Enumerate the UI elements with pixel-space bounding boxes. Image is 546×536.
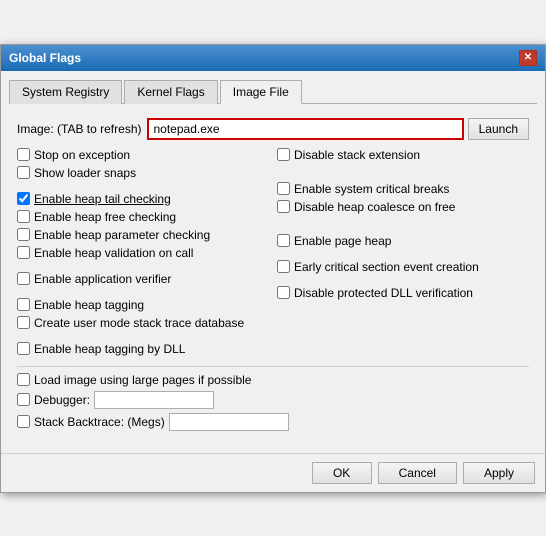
checkbox-heap-tagging: Enable heap tagging (17, 298, 269, 312)
image-input[interactable] (147, 118, 463, 140)
checkbox-large-pages: Load image using large pages if possible (17, 373, 529, 387)
heap-tail-label[interactable]: Enable heap tail checking (34, 192, 171, 206)
heap-param-checkbox[interactable] (17, 228, 30, 241)
stack-backtrace-label[interactable]: Stack Backtrace: (Megs) (34, 415, 165, 429)
launch-button[interactable]: Launch (468, 118, 529, 140)
debugger-label[interactable]: Debugger: (34, 393, 90, 407)
global-flags-window: Global Flags ✕ System Registry Kernel Fl… (0, 44, 546, 493)
r-separator-6 (277, 278, 529, 286)
heap-free-checkbox[interactable] (17, 210, 30, 223)
debugger-row: Debugger: (17, 391, 529, 409)
checkbox-heap-tail: Enable heap tail checking (17, 192, 269, 206)
heap-tail-checkbox[interactable] (17, 192, 30, 205)
show-loader-checkbox[interactable] (17, 166, 30, 179)
app-verifier-label[interactable]: Enable application verifier (34, 272, 171, 286)
separator-3 (17, 290, 269, 298)
system-critical-checkbox[interactable] (277, 182, 290, 195)
heap-tagging-dll-checkbox[interactable] (17, 342, 30, 355)
checkbox-columns: Stop on exception Show loader snaps Enab… (17, 148, 529, 360)
r-separator-2 (277, 174, 529, 182)
checkbox-disable-stack: Disable stack extension (277, 148, 529, 162)
checkbox-heap-validation: Enable heap validation on call (17, 246, 269, 260)
divider-1 (17, 366, 529, 367)
heap-coalesce-label[interactable]: Disable heap coalesce on free (294, 200, 455, 214)
stack-backtrace-input[interactable] (169, 413, 289, 431)
debugger-checkbox[interactable] (17, 393, 30, 406)
system-critical-label[interactable]: Enable system critical breaks (294, 182, 449, 196)
show-loader-label[interactable]: Show loader snaps (34, 166, 136, 180)
stack-backtrace-checkbox[interactable] (17, 415, 30, 428)
disable-dll-label[interactable]: Disable protected DLL verification (294, 286, 473, 300)
content-area: System Registry Kernel Flags Image File … (1, 71, 545, 447)
checkbox-early-critical: Early critical section event creation (277, 260, 529, 274)
cancel-button[interactable]: Cancel (378, 462, 457, 484)
r-separator-1 (277, 166, 529, 174)
checkbox-stop-exception: Stop on exception (17, 148, 269, 162)
checkbox-heap-tagging-dll: Enable heap tagging by DLL (17, 342, 269, 356)
checkbox-show-loader: Show loader snaps (17, 166, 269, 180)
checkbox-heap-free: Enable heap free checking (17, 210, 269, 224)
apply-button[interactable]: Apply (463, 462, 535, 484)
heap-param-label[interactable]: Enable heap parameter checking (34, 228, 210, 242)
stack-backtrace-row: Stack Backtrace: (Megs) (17, 413, 529, 431)
title-bar: Global Flags ✕ (1, 45, 545, 71)
heap-validation-label[interactable]: Enable heap validation on call (34, 246, 193, 260)
r-separator-5 (277, 252, 529, 260)
heap-free-label[interactable]: Enable heap free checking (34, 210, 176, 224)
left-column: Stop on exception Show loader snaps Enab… (17, 148, 269, 360)
ok-button[interactable]: OK (312, 462, 372, 484)
checkbox-system-critical: Enable system critical breaks (277, 182, 529, 196)
tab-system-registry[interactable]: System Registry (9, 80, 122, 104)
checkbox-disable-dll: Disable protected DLL verification (277, 286, 529, 300)
large-pages-checkbox[interactable] (17, 373, 30, 386)
separator-4 (17, 334, 269, 342)
checkbox-page-heap: Enable page heap (277, 234, 529, 248)
separator-2 (17, 264, 269, 272)
tab-image-file[interactable]: Image File (220, 80, 302, 104)
image-section: Image: (TAB to refresh) Launch Stop on e… (9, 114, 537, 439)
heap-coalesce-checkbox[interactable] (277, 200, 290, 213)
early-critical-label[interactable]: Early critical section event creation (294, 260, 479, 274)
separator-1 (17, 184, 269, 192)
stop-exception-checkbox[interactable] (17, 148, 30, 161)
checkbox-heap-param: Enable heap parameter checking (17, 228, 269, 242)
disable-dll-checkbox[interactable] (277, 286, 290, 299)
large-pages-label[interactable]: Load image using large pages if possible (34, 373, 251, 387)
checkbox-app-verifier: Enable application verifier (17, 272, 269, 286)
page-heap-checkbox[interactable] (277, 234, 290, 247)
right-column: Disable stack extension Enable system cr… (277, 148, 529, 360)
image-row: Image: (TAB to refresh) Launch (17, 118, 529, 140)
page-heap-label[interactable]: Enable page heap (294, 234, 391, 248)
image-label: Image: (TAB to refresh) (17, 122, 141, 136)
window-title: Global Flags (9, 51, 81, 65)
user-mode-stack-checkbox[interactable] (17, 316, 30, 329)
debugger-input[interactable] (94, 391, 214, 409)
r-separator-4 (277, 226, 529, 234)
heap-tagging-label[interactable]: Enable heap tagging (34, 298, 144, 312)
tab-bar: System Registry Kernel Flags Image File (9, 79, 537, 104)
early-critical-checkbox[interactable] (277, 260, 290, 273)
image-input-wrapper: Launch (147, 118, 529, 140)
r-separator-3 (277, 218, 529, 226)
disable-stack-label[interactable]: Disable stack extension (294, 148, 420, 162)
heap-tagging-dll-label[interactable]: Enable heap tagging by DLL (34, 342, 185, 356)
user-mode-stack-label[interactable]: Create user mode stack trace database (34, 316, 244, 330)
checkbox-user-mode-stack: Create user mode stack trace database (17, 316, 269, 330)
app-verifier-checkbox[interactable] (17, 272, 30, 285)
stop-exception-label[interactable]: Stop on exception (34, 148, 130, 162)
disable-stack-checkbox[interactable] (277, 148, 290, 161)
heap-tagging-checkbox[interactable] (17, 298, 30, 311)
footer: OK Cancel Apply (1, 453, 545, 492)
heap-validation-checkbox[interactable] (17, 246, 30, 259)
tab-kernel-flags[interactable]: Kernel Flags (124, 80, 217, 104)
close-button[interactable]: ✕ (519, 50, 537, 66)
checkbox-heap-coalesce: Disable heap coalesce on free (277, 200, 529, 214)
